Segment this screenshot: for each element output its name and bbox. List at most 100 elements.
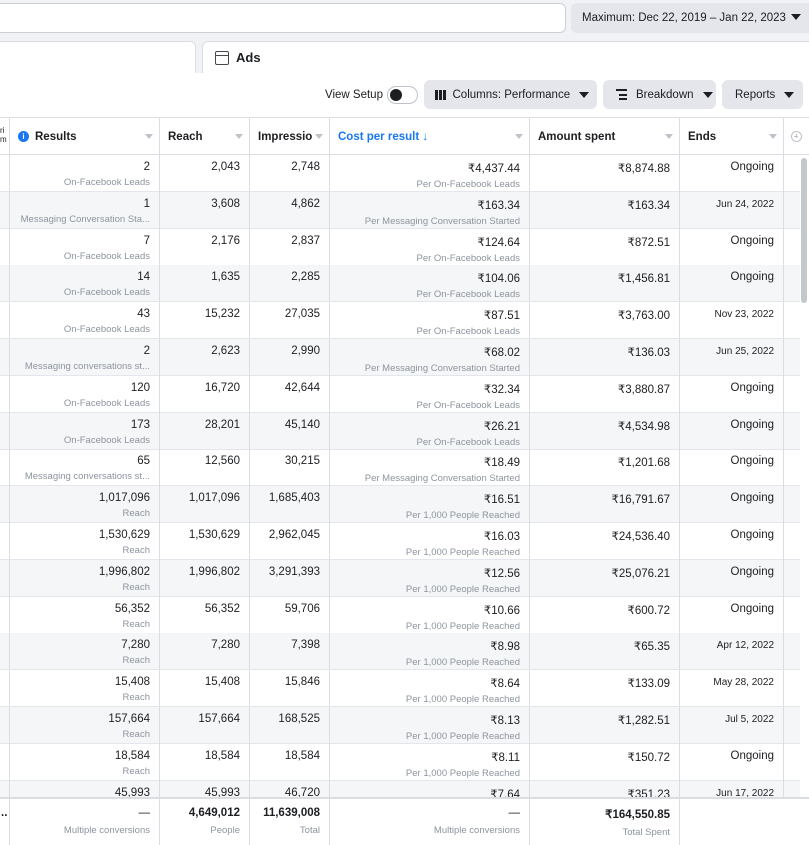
tab-ad-sets[interactable]: [0, 41, 196, 73]
table-row[interactable]: 1,996,802 Reach 1,996,802 3,291,393 ₹12.56 Pe…: [0, 559, 800, 597]
table-header: ri m i Results Reach Impressio Cost per …: [0, 118, 809, 155]
ends-cell: May 28, 2022: [680, 670, 784, 708]
info-icon[interactable]: i: [18, 131, 29, 142]
impressions-cell-value: 168,525: [278, 713, 320, 725]
impressions-cell-value: 2,285: [291, 271, 320, 284]
cost-per-result-cell-value: ₹4,437.44: [467, 163, 520, 175]
column-header-cost-per-result[interactable]: Cost per result ↓: [330, 118, 530, 155]
totals-results-cell: — Multiple conversions: [10, 799, 160, 845]
results-cell: 18,584 Reach: [10, 743, 160, 781]
column-header-impressions[interactable]: Impressio: [250, 118, 330, 155]
table-row[interactable]: 65 Messaging conversations st... 12,560 30,…: [0, 449, 800, 487]
column-header-reach[interactable]: Reach: [160, 118, 250, 155]
table-row[interactable]: 56,352 Reach 56,352 59,706 ₹10.66 Per 1,000 P…: [0, 596, 800, 634]
impressions-cell-value: 30,215: [284, 455, 320, 468]
ends-cell: Ongoing: [680, 412, 784, 450]
amount-spent-cell-value: ₹1,456.81: [617, 273, 670, 286]
row-lead-cell: [0, 633, 10, 671]
reach-cell-value: 7,280: [211, 639, 240, 652]
table-row[interactable]: 7 On-Facebook Leads 2,176 2,837 ₹124.64 Per O…: [0, 228, 800, 266]
ends-cell: Ongoing: [680, 155, 784, 192]
impressions-cell: 42,644: [250, 375, 330, 413]
ends-cell-value: Jun 24, 2022: [716, 198, 774, 210]
reach-cell-value: 56,352: [204, 602, 240, 615]
ends-cell-value: Ongoing: [730, 492, 774, 505]
sort-caret-icon: [769, 134, 777, 139]
impressions-cell-value: 2,990: [291, 345, 320, 357]
table-row[interactable]: 1 Messaging Conversation Sta... 3,608 4,862…: [0, 191, 800, 229]
table-row[interactable]: 15,408 Reach 15,408 15,846 ₹8.64 Per 1,000 Pe…: [0, 670, 800, 708]
column-header-results[interactable]: i Results: [10, 118, 160, 155]
totals-results-sub: Multiple conversions: [63, 825, 150, 836]
impressions-cell: 3,291,393: [250, 559, 330, 597]
tab-ads[interactable]: Ads: [202, 41, 809, 73]
table-row[interactable]: 2 On-Facebook Leads 2,043 2,748 ₹4,437.44 Per…: [0, 155, 800, 192]
scrollbar-thumb[interactable]: [801, 158, 807, 303]
results-cell-value: 173: [130, 418, 150, 431]
add-column-icon[interactable]: [791, 131, 802, 142]
ends-cell-value: Jun 17, 2022: [716, 787, 774, 797]
breakdown-button[interactable]: Breakdown: [603, 80, 716, 109]
ad-icon: [215, 50, 229, 65]
column-header-amount-spent[interactable]: Amount spent: [530, 118, 680, 155]
table-row[interactable]: 2 Messaging conversations st... 2,623 2,990…: [0, 339, 800, 376]
reach-cell: 7,280: [160, 633, 250, 671]
date-range-picker[interactable]: Maximum: Dec 22, 2019 – Jan 22, 2023: [571, 3, 809, 33]
table-row[interactable]: 18,584 Reach 18,584 18,584 ₹8.11 Per 1,000 Pe…: [0, 743, 800, 781]
table-row[interactable]: 120 On-Facebook Leads 16,720 42,644 ₹32.34 Pe…: [0, 375, 800, 413]
reports-button[interactable]: Reports: [722, 80, 803, 109]
cost-per-result-cell: ₹8.98 Per 1,000 People Reached: [330, 633, 530, 671]
table-row[interactable]: 157,664 Reach 157,664 168,525 ₹8.13 Per 1,000…: [0, 707, 800, 744]
row-lead-cell: [0, 523, 10, 560]
table-row[interactable]: 7,280 Reach 7,280 7,398 ₹8.98 Per 1,000 Peopl…: [0, 633, 800, 671]
amount-spent-cell: ₹25,076.21: [530, 559, 680, 597]
impressions-cell: 15,846: [250, 670, 330, 708]
search-filter-input[interactable]: [0, 3, 566, 33]
results-cell-value: 2: [143, 345, 150, 357]
totals-lead-cell: ..: [0, 799, 10, 845]
reach-cell-value: 15,232: [204, 308, 240, 321]
impressions-cell-value: 46,720: [284, 786, 320, 797]
results-cell-subtext: Reach: [122, 508, 150, 520]
view-setup-toggle[interactable]: [387, 86, 418, 104]
cost-per-result-cell-value: ₹104.06: [477, 273, 521, 286]
table-row[interactable]: 45,993 45,993 46,720 ₹7.64 ₹351.23 Jun 17, 20…: [0, 780, 800, 797]
sort-caret-icon: [315, 134, 323, 139]
row-lead-cell: [0, 596, 10, 634]
reach-cell: 56,352: [160, 596, 250, 634]
ends-cell: Jun 25, 2022: [680, 339, 784, 376]
impressions-cell: 18,584: [250, 743, 330, 781]
column-header-truncated[interactable]: ri m: [0, 118, 10, 155]
amount-spent-cell-value: ₹872.51: [627, 236, 671, 249]
ends-cell-value: Ongoing: [730, 234, 774, 247]
results-cell-subtext: Reach: [122, 581, 150, 593]
results-cell: 7 On-Facebook Leads: [10, 228, 160, 266]
reach-cell: 18,584: [160, 743, 250, 781]
cost-per-result-cell: ₹26.21 Per On-Facebook Leads: [330, 412, 530, 450]
columns-button[interactable]: Columns: Performance: [424, 80, 597, 109]
column-header-label: Amount spent: [538, 130, 616, 143]
totals-impressions: 11,639,008: [263, 807, 320, 819]
impressions-cell-value: 42,644: [284, 381, 320, 394]
table-row[interactable]: 43 On-Facebook Leads 15,232 27,035 ₹87.51 Per…: [0, 302, 800, 340]
cost-per-result-cell-subtext: Per 1,000 People Reached: [405, 731, 520, 742]
impressions-cell: 45,140: [250, 412, 330, 450]
cost-per-result-cell: ₹16.03 Per 1,000 People Reached: [330, 523, 530, 560]
amount-spent-cell: ₹872.51: [530, 228, 680, 266]
column-header-ends[interactable]: Ends: [680, 118, 784, 155]
table-row[interactable]: 1,530,629 Reach 1,530,629 2,962,045 ₹16.03 Pe…: [0, 523, 800, 560]
row-lead-cell: [0, 670, 10, 708]
reach-cell: 15,232: [160, 302, 250, 340]
results-cell-value: 18,584: [114, 749, 150, 762]
results-cell-subtext: Reach: [122, 729, 150, 740]
table-row[interactable]: 173 On-Facebook Leads 28,201 45,140 ₹26.21 Pe…: [0, 412, 800, 450]
table-row[interactable]: 1,017,096 Reach 1,017,096 1,685,403 ₹16.51 Pe…: [0, 486, 800, 524]
sort-caret-icon: [515, 134, 523, 139]
impressions-cell-value: 59,706: [284, 602, 320, 615]
totals-reach: 4,649,012: [188, 807, 240, 819]
totals-ends-cell: [680, 799, 800, 845]
cost-per-result-cell: ₹8.11 Per 1,000 People Reached: [330, 743, 530, 781]
caret-down-icon: [702, 91, 713, 98]
impressions-cell: 2,837: [250, 228, 330, 266]
table-row[interactable]: 14 On-Facebook Leads 1,635 2,285 ₹104.06 Per …: [0, 265, 800, 303]
